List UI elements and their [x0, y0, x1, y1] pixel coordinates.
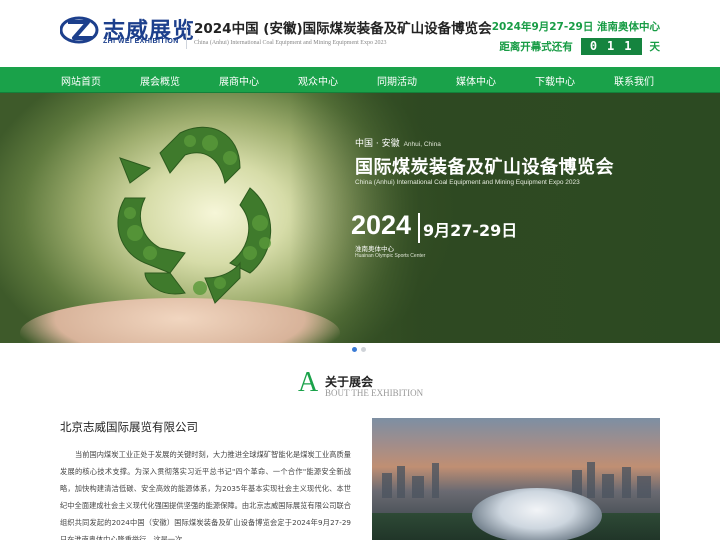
countdown-days: 011 — [580, 38, 642, 55]
banner-venue: 淮南奥体中心 — [355, 245, 394, 253]
countdown-prefix: 距离开幕式还有 — [499, 41, 573, 53]
carousel-dot[interactable] — [361, 347, 366, 352]
banner-title: 国际煤炭装备及矿山设备博览会 — [355, 157, 614, 178]
nav-item-overview[interactable]: 展会概览 — [134, 73, 186, 88]
recycle-leaves-icon — [117, 126, 272, 304]
banner-location-en: Anhui, China — [403, 141, 441, 148]
nav-item-home[interactable]: 网站首页 — [55, 73, 107, 88]
nav-item-events[interactable]: 同期活动 — [371, 73, 423, 88]
header-divider — [186, 19, 187, 49]
stadium-photo — [372, 418, 660, 540]
nav-item-exhibitors[interactable]: 展商中心 — [213, 73, 265, 88]
banner-venue-en: Huainan Olympic Sports Center — [355, 253, 426, 259]
main-nav: 网站首页 展会概览 展商中心 观众中心 同期活动 媒体中心 下载中心 联系我们 — [0, 67, 720, 93]
site-header: 志威展览 ZHI WEI EXHIBITION 2024中国 (安徽)国际煤炭装… — [0, 0, 720, 67]
nav-item-downloads[interactable]: 下载中心 — [529, 73, 581, 88]
site-subtitle: China (Anhui) International Coal Equipme… — [194, 40, 387, 46]
countdown: 距离开幕式还有 011 天 — [499, 38, 660, 55]
nav-item-contact[interactable]: 联系我们 — [608, 73, 660, 88]
logo-mark-icon — [60, 16, 99, 44]
carousel-dots — [352, 347, 366, 352]
hero-banner[interactable]: 中国 · 安徽 Anhui, China 国际煤炭装备及矿山设备博览会 China… — [0, 93, 720, 343]
logo[interactable]: 志威展览 ZHI WEI EXHIBITION — [60, 13, 194, 47]
carousel-dot[interactable] — [352, 347, 357, 352]
banner-subtitle: China (Anhui) International Coal Equipme… — [355, 179, 580, 186]
banner-dates: 9月27-29日 — [423, 221, 518, 240]
site-title: 2024中国 (安徽)国际煤炭装备及矿山设备博览会 — [194, 21, 492, 37]
event-date-venue: 2024年9月27-29日 淮南奥体中心 — [491, 21, 660, 33]
stadium-image — [472, 488, 602, 540]
banner-year: 2024 — [351, 210, 412, 240]
company-name: 北京志威国际展览有限公司 — [60, 420, 198, 434]
nav-item-media[interactable]: 媒体中心 — [450, 73, 502, 88]
countdown-suffix: 天 — [649, 41, 661, 53]
about-paragraph: 当前国内煤炭工业正处于发展的关键时刻，大力推进全球煤矿智能化是煤炭工业高质量发展… — [60, 450, 351, 540]
about-heading-en: BOUT THE EXHIBITION — [325, 388, 424, 398]
logo-english-text: ZHI WEI EXHIBITION — [103, 38, 179, 45]
nav-item-visitors[interactable]: 观众中心 — [292, 73, 344, 88]
banner-location: 中国 · 安徽 Anhui, China — [355, 136, 441, 149]
banner-location-cn: 中国 · 安徽 — [355, 139, 400, 149]
banner-divider — [418, 213, 420, 243]
about-heading-letter: A — [298, 367, 319, 398]
